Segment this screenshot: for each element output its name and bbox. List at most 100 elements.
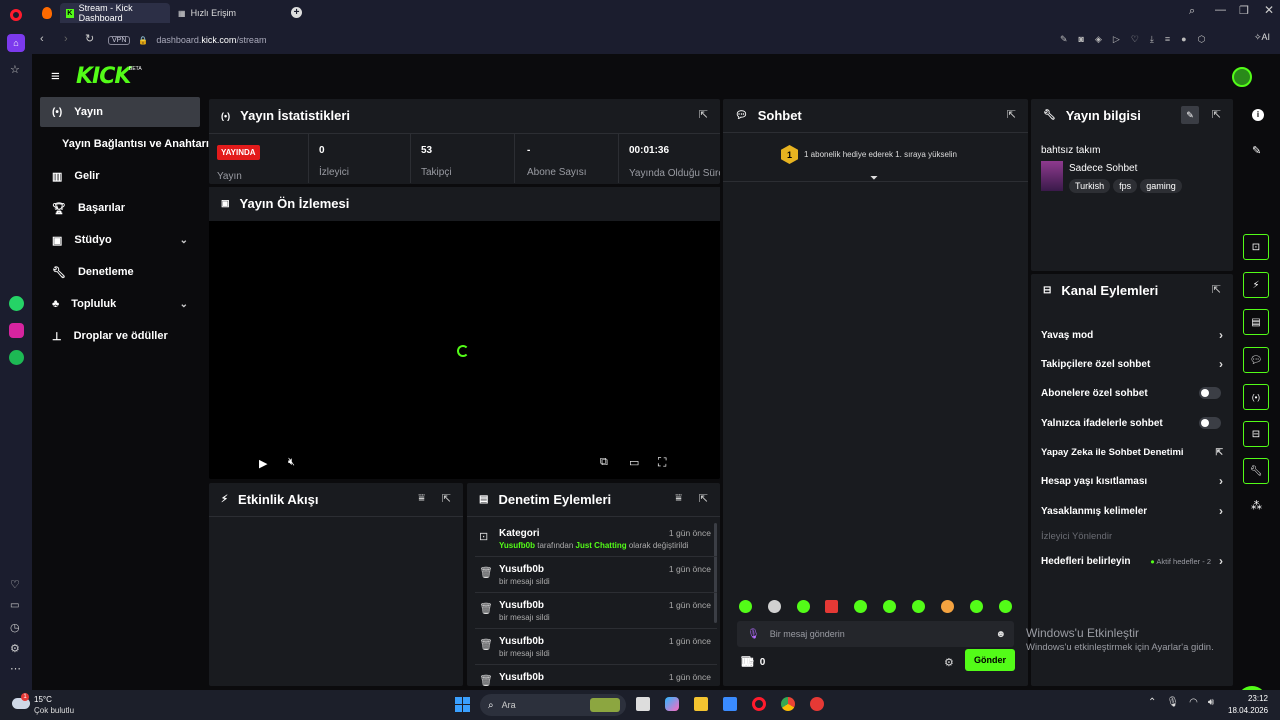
history-icon[interactable]: ◷	[10, 621, 20, 634]
task-view-icon[interactable]	[636, 697, 650, 711]
emote-icon[interactable]	[999, 600, 1012, 613]
account-age-row[interactable]: Hesap yaşı kısıtlaması ›	[1041, 474, 1223, 488]
emote-only-toggle[interactable]	[1199, 417, 1221, 429]
tab-favicon-fire-icon[interactable]	[42, 7, 52, 19]
stream-stats-widget-button[interactable]: ⊡	[1243, 234, 1269, 260]
search-tabs-icon[interactable]: ⌕	[1189, 5, 1195, 18]
moderation-row[interactable]: 🗑︎ Yusufb0b 1 gün önce bir mesajı sildi	[475, 629, 717, 665]
chat-footer-counter[interactable]: 🏬︎ 0	[741, 657, 765, 668]
emote-icon[interactable]	[797, 600, 810, 613]
emote-icon[interactable]	[941, 600, 954, 613]
chat-widget-button[interactable]: 💬︎	[1243, 347, 1269, 373]
play-button[interactable]: ▶	[259, 457, 267, 470]
emote-icon[interactable]	[970, 600, 983, 613]
menu-icon[interactable]: ≡	[1165, 34, 1170, 45]
store-app-icon[interactable]	[723, 697, 737, 711]
moderation-row[interactable]: ⊡ Kategori 1 gün önce Yusufb0b tarafında…	[475, 521, 717, 557]
emote-only-row[interactable]: Yalnızca ifadelerle sohbet	[1041, 417, 1223, 429]
forward-button[interactable]: ›	[64, 33, 68, 45]
emote-icon[interactable]	[912, 600, 925, 613]
moderation-row[interactable]: 🗑︎ Yusufb0b 1 gün önce	[475, 665, 717, 686]
tag-chip[interactable]: gaming	[1140, 179, 1182, 193]
sidebar-item-moderation[interactable]: 🔧︎ Denetleme	[40, 257, 200, 287]
share-icon[interactable]: ⁂	[1251, 499, 1262, 512]
theater-mode-button[interactable]: ▭	[629, 456, 639, 469]
whatsapp-icon[interactable]	[9, 296, 24, 311]
sidebar-item-achievements[interactable]: 🏆︎ Başarılar	[40, 193, 200, 223]
pip-button[interactable]: ⧉	[600, 456, 608, 469]
url-field[interactable]: VPN 🔒 dashboard.kick.com/stream	[102, 30, 1222, 50]
new-tab-button[interactable]: +	[291, 7, 302, 18]
slow-mode-row[interactable]: Yavaş mod ›	[1041, 328, 1223, 342]
emote-icon[interactable]	[739, 600, 752, 613]
tabs-icon[interactable]: ▭	[10, 600, 19, 611]
tag-chip[interactable]: Turkish	[1069, 179, 1111, 193]
wifi-icon[interactable]: ◠	[1189, 697, 1198, 708]
filter-icon[interactable]: ⩸	[418, 492, 425, 505]
other-app-icon[interactable]	[810, 697, 824, 711]
edit-button[interactable]: ✎	[1181, 106, 1199, 124]
back-button[interactable]: ‹	[40, 33, 44, 45]
ai-button[interactable]: ✧AI	[1254, 32, 1270, 43]
download-icon[interactable]: ⤓	[1150, 34, 1154, 45]
goals-row[interactable]: Hedefleri belirleyin ● Aktif hedefler - …	[1041, 554, 1223, 568]
user-avatar[interactable]	[1232, 67, 1252, 87]
profile-icon[interactable]: ●	[1181, 34, 1186, 45]
opera-app-icon[interactable]	[752, 697, 766, 711]
maximize-button[interactable]: ❐	[1239, 4, 1249, 17]
more-icon[interactable]: ⋯	[10, 662, 21, 675]
popout-icon[interactable]: ⇱	[1212, 283, 1221, 296]
volume-icon[interactable]: 🔊︎	[1208, 697, 1214, 708]
popout-icon[interactable]: ⇱	[442, 492, 451, 505]
subscribers-only-toggle[interactable]	[1199, 387, 1221, 399]
followers-only-row[interactable]: Takipçilere özel sohbet ›	[1041, 357, 1223, 371]
tab-kick-dashboard[interactable]: K Stream - Kick Dashboard	[60, 3, 170, 23]
kick-logo[interactable]: KICK	[76, 64, 131, 89]
vpn-badge[interactable]: VPN	[108, 35, 131, 45]
sidebar-item-drops[interactable]: ⊥ Droplar ve ödüller	[40, 321, 200, 351]
spotify-icon[interactable]	[9, 350, 24, 365]
popout-icon[interactable]: ⇱	[1007, 108, 1016, 121]
file-explorer-icon[interactable]	[694, 697, 708, 711]
chat-input[interactable]: 🎙︎ Bir mesaj gönderin ☻	[737, 621, 1014, 647]
close-window-button[interactable]: ✕	[1264, 3, 1274, 17]
tab-quick-access[interactable]: ▦ Hızlı Erişim	[172, 3, 282, 23]
actions-widget-button[interactable]: ⊟	[1243, 421, 1269, 447]
sidebar-item-community[interactable]: ♣ Topluluk ⌄	[40, 289, 200, 319]
fullscreen-button[interactable]: ⛶	[658, 455, 666, 470]
emote-icon[interactable]	[854, 600, 867, 613]
info-icon[interactable]: i	[1252, 109, 1264, 121]
heart-icon[interactable]: ♡	[1131, 34, 1139, 45]
sidebar-item-studio[interactable]: ▣ Stüdyo ⌄	[40, 225, 200, 255]
copilot-icon[interactable]	[665, 697, 679, 711]
settings-icon[interactable]: ⚙	[10, 642, 20, 655]
popout-icon[interactable]: ⇱	[1212, 108, 1221, 121]
filter-icon[interactable]: ⩸	[675, 492, 682, 505]
tools-widget-button[interactable]: 🔧︎	[1243, 458, 1269, 484]
mute-button[interactable]: 🔇︎	[288, 456, 295, 469]
tray-chevron-icon[interactable]: ⌃	[1148, 697, 1156, 708]
emote-icon[interactable]	[768, 600, 781, 613]
chrome-app-icon[interactable]	[781, 697, 795, 711]
moderation-widget-button[interactable]: ▤	[1243, 309, 1269, 335]
popout-icon[interactable]: ⇱	[699, 108, 708, 121]
extensions-icon[interactable]: ⬡	[1198, 34, 1206, 45]
weather-widget[interactable]: 1 15°C Çok bulutlu	[10, 693, 90, 717]
subscribers-only-row[interactable]: Abonelere özel sohbet	[1041, 387, 1223, 399]
collapse-chevron-icon[interactable]: ⏷	[870, 173, 878, 184]
workspace-home-icon[interactable]: ⌂	[7, 34, 25, 52]
play-icon[interactable]: ▷	[1113, 34, 1120, 45]
opera-logo-icon[interactable]	[10, 9, 22, 21]
taskbar-search[interactable]: ⌕ Ara	[480, 694, 626, 716]
minimize-button[interactable]: —	[1215, 4, 1226, 16]
microphone-icon[interactable]: 🎙︎	[747, 629, 760, 640]
emoji-icon[interactable]: ☻	[995, 629, 1006, 640]
emote-icon[interactable]	[825, 600, 838, 613]
clock[interactable]: 23:12 18.04.2026	[1228, 693, 1268, 717]
emote-icon[interactable]	[883, 600, 896, 613]
chat-settings-icon[interactable]: ⚙	[944, 656, 954, 669]
reload-button[interactable]: ↻	[85, 32, 94, 45]
sidebar-item-stream[interactable]: (•) Yayın	[40, 97, 200, 127]
moderation-row[interactable]: 🗑︎ Yusufb0b 1 gün önce bir mesajı sildi	[475, 557, 717, 593]
edit-icon[interactable]: ✎	[1060, 34, 1068, 45]
